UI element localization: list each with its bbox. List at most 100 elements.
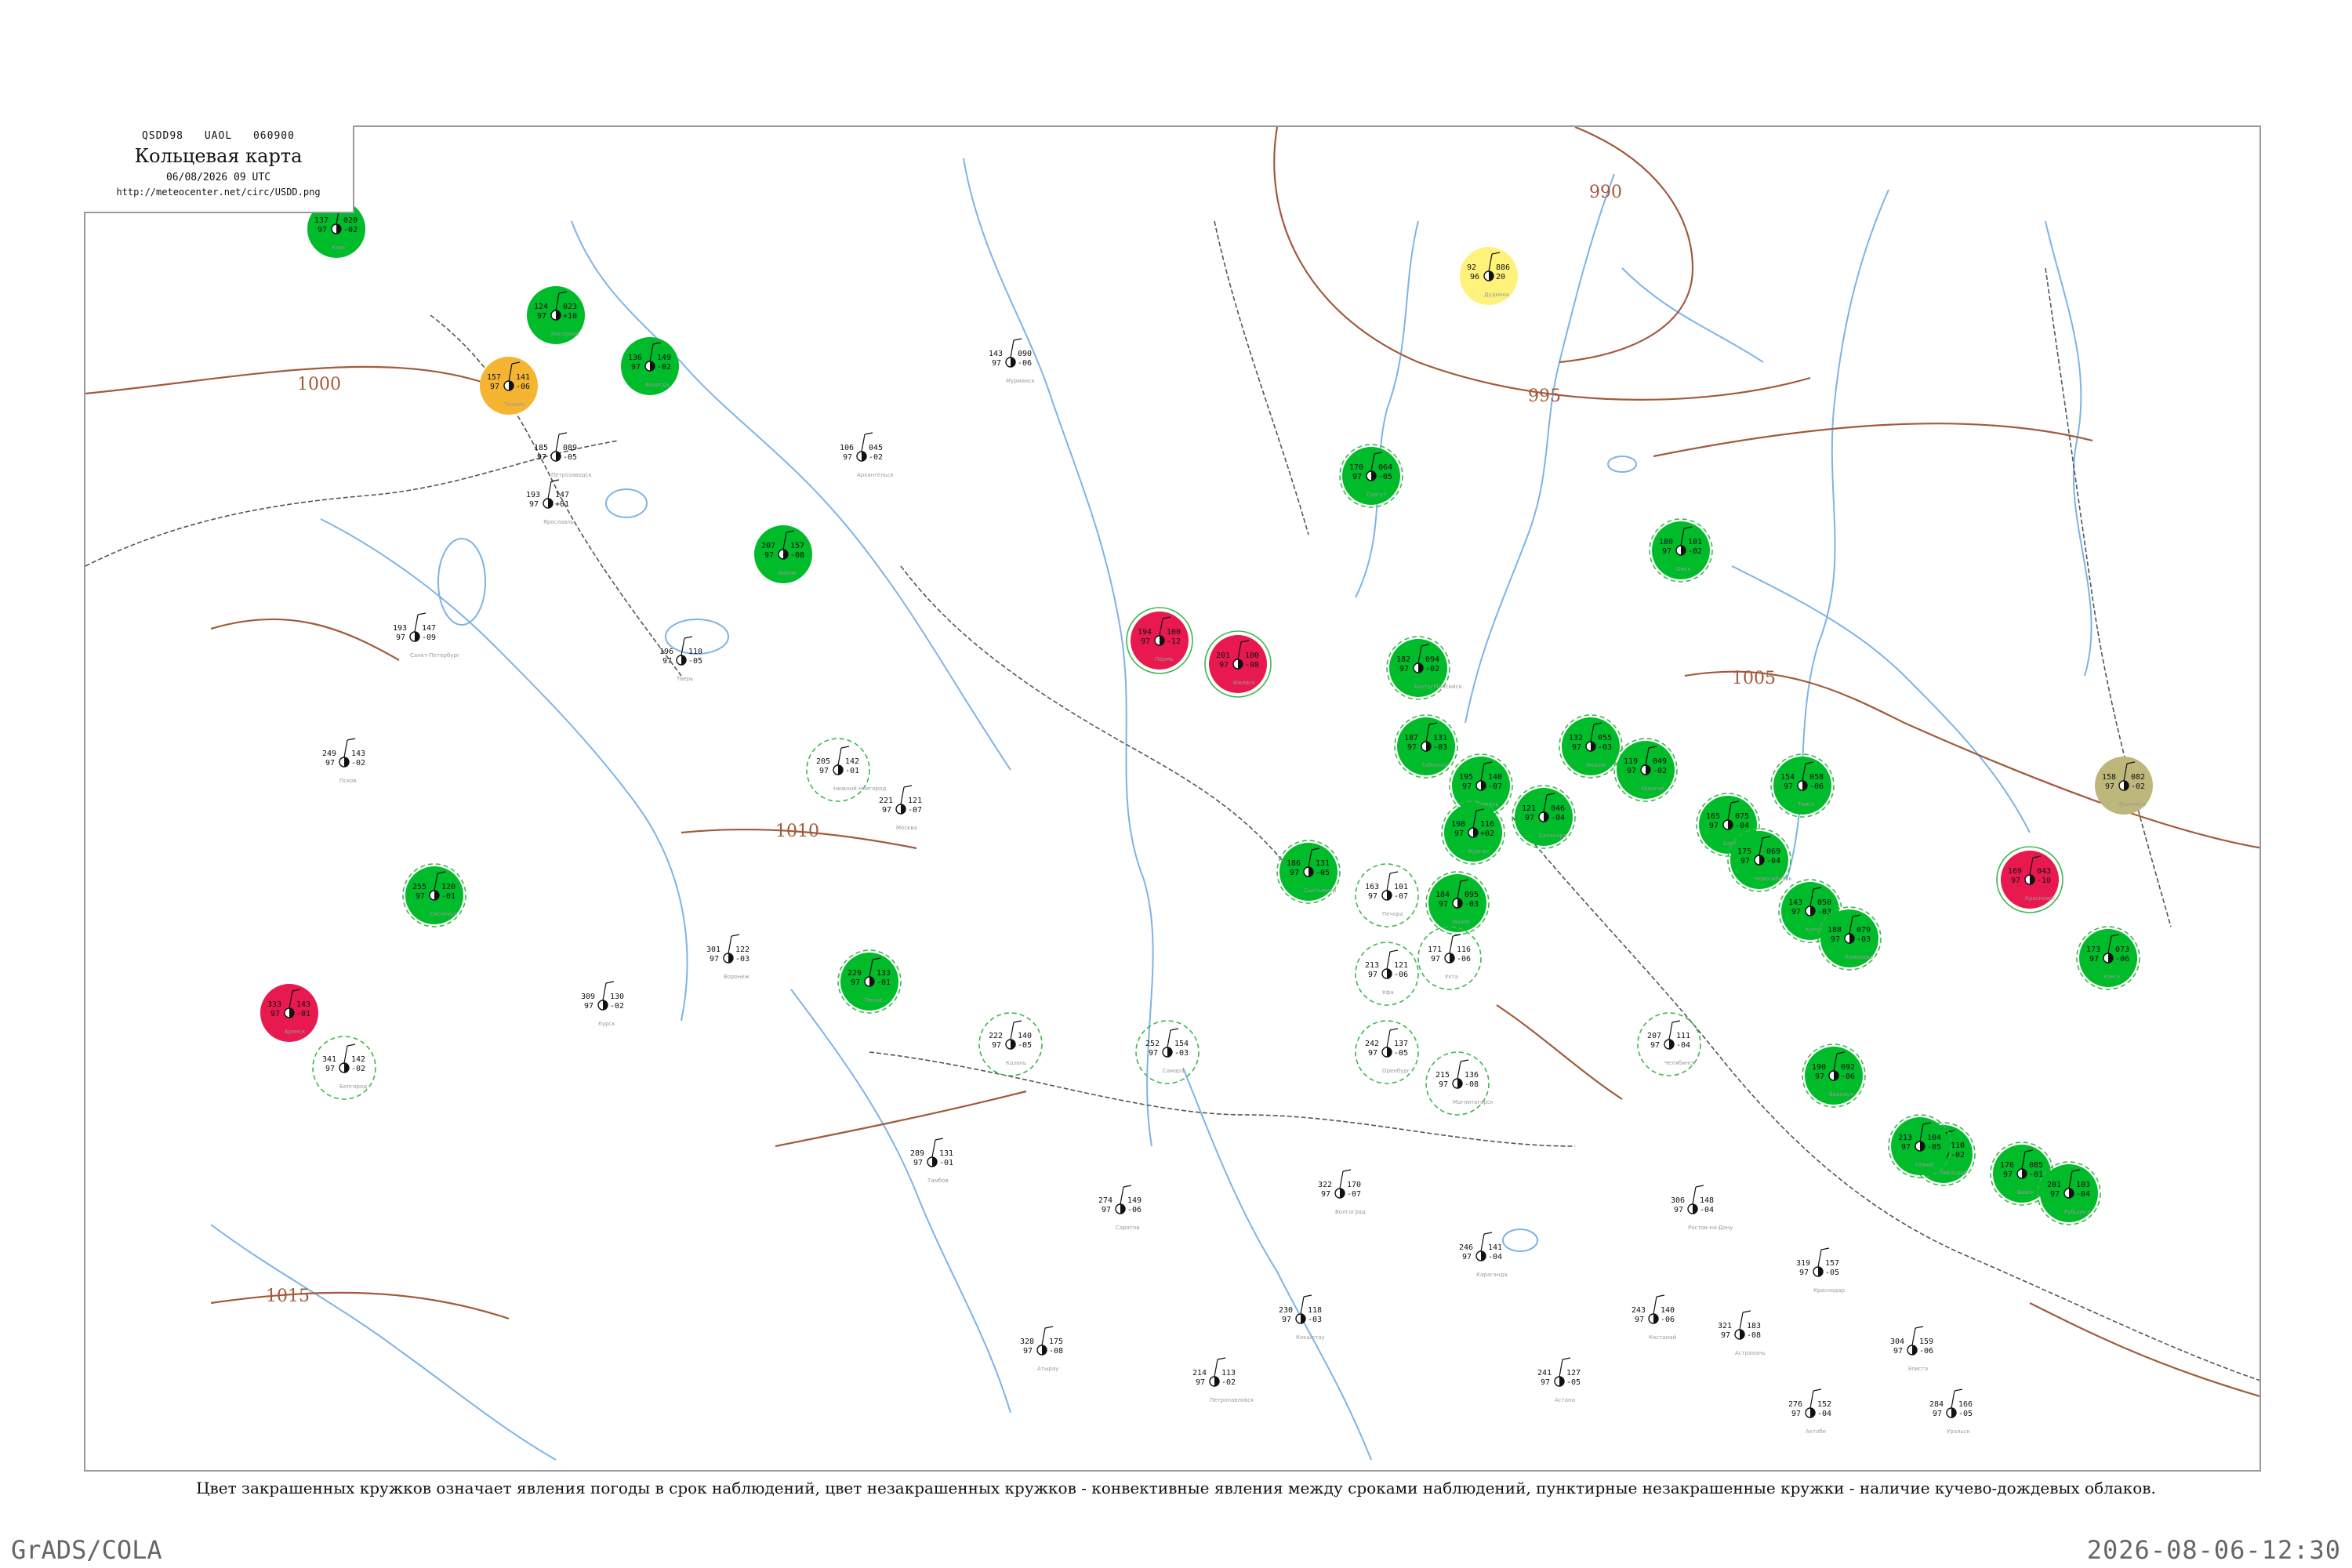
station-plot: 16397 101-07 Печора — [1355, 863, 1419, 927]
station-pressure: 170 — [1347, 1181, 1361, 1189]
station-pressure: 886 — [1496, 263, 1510, 272]
station-name: Ярославль — [543, 519, 574, 525]
station-pressure-tendency: 20 — [1496, 273, 1505, 281]
station-pressure: 100 — [1167, 628, 1181, 637]
station-plot: 18797 131-03 Тобольск — [1394, 714, 1458, 779]
station-name: Ижевск — [1233, 680, 1255, 686]
station-temperature: 176 — [2000, 1161, 2014, 1170]
station-visibility: 97 — [1831, 935, 1840, 944]
bulletin-code-2: UAOL — [204, 130, 233, 142]
station-plot: 27697 152-04 Актобе — [1788, 1388, 1831, 1435]
station-pressure-tendency: -05 — [563, 453, 577, 462]
station-pressure: 157 — [790, 542, 804, 550]
station-visibility: 97 — [662, 657, 672, 666]
wind-barb-feather — [903, 785, 913, 788]
station-visibility: 97 — [537, 312, 546, 321]
station-pressure-tendency: -05 — [1394, 1049, 1408, 1058]
station-visibility: 97 — [1399, 665, 1409, 673]
station-temperature: 136 — [628, 354, 642, 362]
station-pressure: 073 — [2115, 946, 2129, 954]
station-pressure: 159 — [1919, 1338, 1933, 1346]
station-plot: 18697 131-05 Сыктывкар — [1276, 840, 1341, 904]
station-plot: 30497 159-06 Элиста — [1890, 1326, 1933, 1372]
station-name: Оренбург — [1382, 1068, 1410, 1074]
station-temperature: 341 — [322, 1055, 336, 1064]
station-temperature: 184 — [1436, 891, 1450, 899]
station-name: Казань — [1006, 1060, 1026, 1066]
station-name: Саратов — [1116, 1225, 1139, 1231]
station-pressure-tendency: -02 — [351, 759, 365, 768]
wind-barb-feather — [347, 738, 356, 741]
station-temperature: 195 — [1459, 773, 1473, 782]
station-plot: 13697 149-02 Вологда — [621, 337, 679, 395]
wind-barb-icon — [931, 1139, 936, 1158]
station-pressure-tendency: -06 — [1127, 1206, 1142, 1214]
wind-barb-feather — [558, 432, 568, 435]
station-temperature: 137 — [314, 216, 328, 225]
wind-barb-icon — [1214, 1359, 1218, 1377]
station-visibility: 97 — [1933, 1410, 1942, 1418]
station-pressure-tendency: -03 — [1174, 1049, 1189, 1058]
station-plot: 24297 137-05 Оренбург — [1355, 1020, 1419, 1084]
map-datetime: 06/08/2026 09 UTC — [165, 172, 271, 183]
station-pressure-tendency: -03 — [1598, 743, 1612, 752]
station-name: Тверь — [676, 676, 693, 682]
station-temperature: 306 — [1671, 1196, 1685, 1205]
station-visibility: 97 — [1662, 547, 1671, 556]
map-canvas: 9909951000100510101015 13797020-02Кирс15… — [85, 127, 2259, 1461]
station-pressure: 050 — [1817, 898, 1831, 907]
station-visibility: 97 — [843, 453, 852, 462]
station-name: Рубцовск — [2064, 1209, 2091, 1215]
station-pressure: 104 — [1927, 1134, 1941, 1142]
station-pressure: 113 — [1221, 1369, 1236, 1377]
station-plot: 18297 094-02 Ханты-Мансийск — [1386, 636, 1462, 700]
station-visibility: 97 — [1815, 1073, 1824, 1081]
wind-barb-icon — [900, 786, 905, 805]
station-name: Павлодар — [1939, 1170, 1968, 1176]
station-temperature: 201 — [2047, 1181, 2061, 1189]
station-plot: 21397 121-06 Уфа — [1355, 942, 1419, 1006]
station-visibility: 97 — [325, 759, 335, 768]
station-visibility: 96 — [1470, 273, 1479, 281]
river — [571, 220, 1011, 771]
station-pressure: 131 — [939, 1149, 953, 1158]
station-plot: 21497 113-02 Петропавловск — [1192, 1357, 1254, 1403]
station-pressure: 127 — [1566, 1369, 1581, 1377]
station-plot: 16997 043-10 Красноярск — [1996, 846, 2063, 913]
station-pressure-tendency: -04 — [1676, 1041, 1690, 1050]
station-name: Новосибирск — [1755, 876, 1792, 882]
station-visibility: 97 — [325, 1065, 335, 1073]
station-visibility: 97 — [1740, 857, 1750, 866]
station-visibility: 97 — [764, 551, 774, 560]
wind-barb-icon — [547, 481, 552, 499]
station-visibility: 97 — [584, 1002, 593, 1011]
station-pressure-tendency: -03 — [735, 955, 750, 964]
station-pressure-tendency: -07 — [1394, 892, 1408, 901]
station-name: Нижний Новгород — [833, 786, 886, 792]
station-plot: 17397 073-06 Канск — [2076, 926, 2140, 990]
wind-barb-feather — [417, 612, 426, 615]
station-plot: 25597 120-01 Смоленск — [402, 863, 466, 927]
station-visibility: 97 — [270, 1010, 280, 1018]
station-pressure: 183 — [1747, 1322, 1761, 1330]
station-visibility: 97 — [2089, 955, 2099, 964]
station-pressure-tendency: -04 — [1488, 1253, 1502, 1261]
station-plot: 11997 049-02 Уренгой — [1613, 738, 1678, 802]
station-name: Магнитогорск — [1453, 1099, 1494, 1105]
station-plot: 15897 082-02 Енисейск — [2095, 757, 2153, 815]
station-pressure: 140 — [1661, 1306, 1675, 1315]
station-name: Караганда — [1476, 1272, 1508, 1278]
station-visibility: 97 — [1219, 661, 1229, 670]
wind-barb-feather — [731, 934, 740, 937]
station-plot: 17097 064-05 Сургут — [1339, 444, 1403, 508]
station-visibility: 97 — [2050, 1190, 2060, 1199]
station-pressure: 140 — [1488, 773, 1502, 782]
station-name: Краснодар — [1813, 1287, 1846, 1294]
station-name: Пенза — [865, 997, 882, 1004]
station-name: Самара — [1163, 1068, 1184, 1074]
station-pressure: 122 — [735, 946, 750, 954]
wind-barb-feather — [1044, 1326, 1054, 1329]
border-line — [1214, 220, 1309, 535]
station-pressure: 023 — [563, 303, 577, 311]
wind-barb-icon — [1739, 1312, 1744, 1330]
